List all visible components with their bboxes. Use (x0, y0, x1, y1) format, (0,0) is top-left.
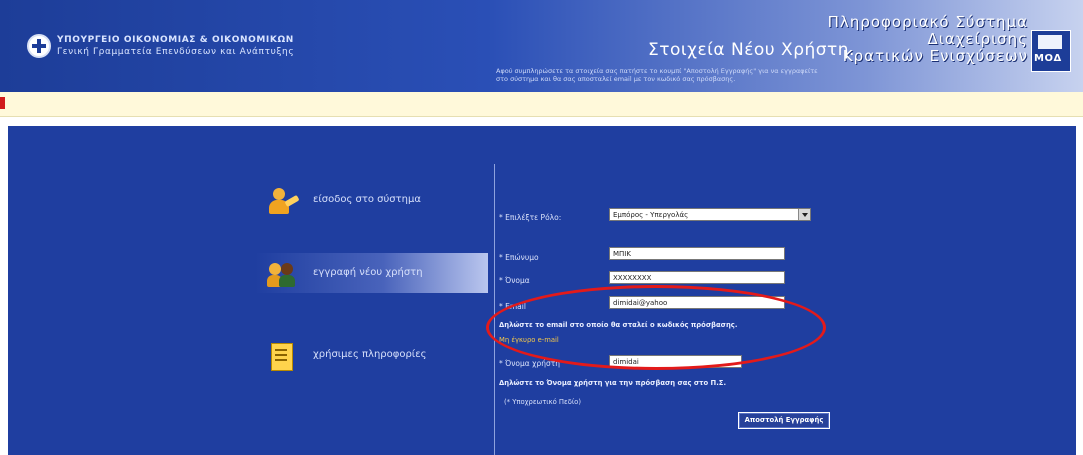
required-field-note: (* Υποχρεωτικό Πεδίο) (504, 398, 581, 406)
nav-item-register[interactable]: εγγραφή νέου χρήστη (255, 253, 488, 293)
form-intro-text: Αφού συμπληρώσετε τα στοιχεία σας πατήστ… (496, 67, 818, 83)
ministry-line-1: ΥΠΟΥΡΓΕΙΟ ΟΙΚΟΝΟΜΙΑΣ & ΟΙΚΟΝΟΜΙΚΩΝ (57, 35, 294, 45)
system-title: Πληροφοριακό Σύστημα Διαχείρισης Κρατικώ… (828, 14, 1028, 65)
form-title: Στοιχεία Νέου Χρήστη. (648, 40, 855, 60)
logo-text: ΜΟΔ (1034, 53, 1062, 64)
ministry-name: ΥΠΟΥΡΓΕΙΟ ΟΙΚΟΝΟΜΙΑΣ & ΟΙΚΟΝΟΜΙΚΩΝ Γενικ… (57, 34, 294, 58)
role-select[interactable]: Εμπόρος - Υπεργολάς (609, 208, 811, 221)
vertical-divider (494, 164, 495, 455)
logo-page-shape (1038, 35, 1062, 49)
users-icon (267, 261, 295, 289)
system-title-line-1: Πληροφοριακό Σύστημα (827, 13, 1028, 31)
username-note: Δηλώστε το Όνομα χρήστη για την πρόσβαση… (499, 379, 727, 387)
nav-item-login[interactable]: είσοδος στο σύστημα (255, 180, 488, 220)
nav-item-info[interactable]: χρήσιμες πληροφορίες (255, 335, 488, 375)
chevron-down-icon[interactable] (798, 209, 810, 220)
role-select-value: Εμπόρος - Υπεργολάς (613, 211, 689, 219)
nav-item-label: είσοδος στο σύστημα (313, 194, 421, 205)
moa-logo-icon: ΜΟΔ (1031, 30, 1071, 72)
top-strip (0, 92, 1083, 117)
nav-item-label: χρήσιμες πληροφορίες (313, 349, 427, 360)
name-field[interactable]: ΧΧΧΧΧΧΧΧ (609, 271, 785, 284)
system-title-line-3: Κρατικών Ενισχύσεων (842, 47, 1028, 65)
strip-marker (0, 97, 5, 109)
login-key-icon (267, 188, 300, 216)
system-title-line-2: Διαχείρισης (927, 30, 1028, 48)
ministry-line-2: Γενική Γραμματεία Επενδύσεων και Ανάπτυξ… (57, 47, 295, 57)
submit-registration-button[interactable]: Αποστολή Εγγραφής (738, 412, 830, 429)
ministry-emblem-icon (27, 34, 51, 58)
surname-label: * Επώνυμο (499, 253, 539, 262)
info-document-icon (267, 343, 295, 371)
nav-item-label: εγγραφή νέου χρήστη (313, 267, 423, 278)
surname-field[interactable]: ΜΠΙΚ (609, 247, 785, 260)
name-label: * Όνομα (499, 276, 530, 285)
role-label: * Επιλέξτε Ρόλο: (499, 213, 562, 222)
red-highlight-ellipse (486, 285, 826, 370)
